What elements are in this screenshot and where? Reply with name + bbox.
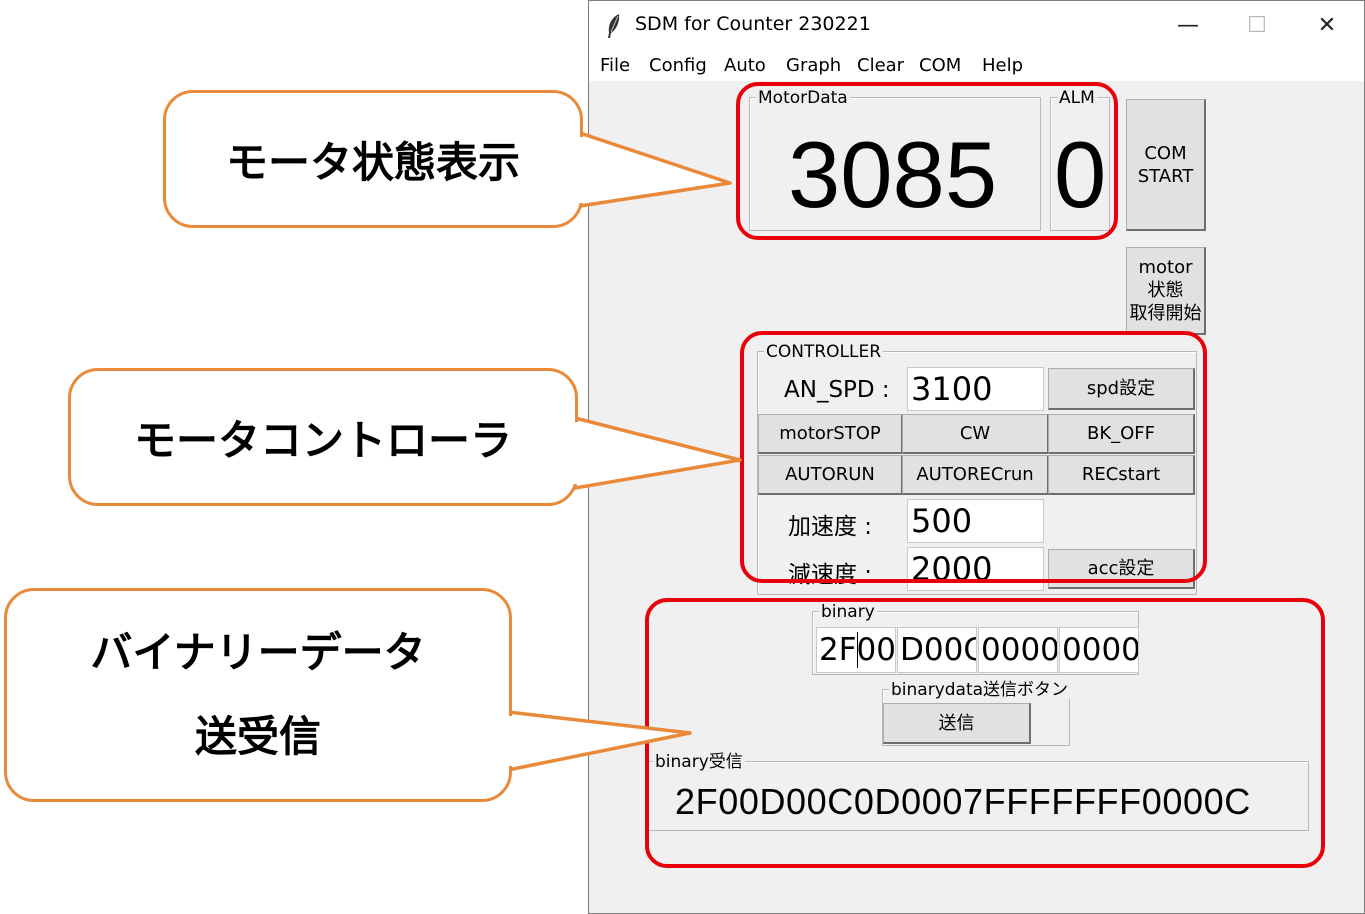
- callout-binary-text-2: 送受信: [194, 712, 321, 761]
- pointer-joint-3: [503, 716, 513, 766]
- callout-motor-status: モータ状態表示: [163, 90, 583, 228]
- pointer-binary: [506, 710, 692, 772]
- callout-binary-text-1: バイナリーデータ: [90, 628, 426, 677]
- pointer-joint-1: [575, 137, 585, 203]
- pointer-controller: [573, 416, 742, 490]
- pointer-joint-2: [570, 422, 580, 484]
- callout-motor-status-text: モータ状態表示: [225, 137, 520, 187]
- pointer-motor-status: [578, 131, 732, 208]
- callout-motor-controller: モータコントローラ: [68, 368, 578, 506]
- callout-binary: バイナリーデータ 送受信: [4, 588, 512, 802]
- callout-motor-controller-text: モータコントローラ: [133, 415, 512, 465]
